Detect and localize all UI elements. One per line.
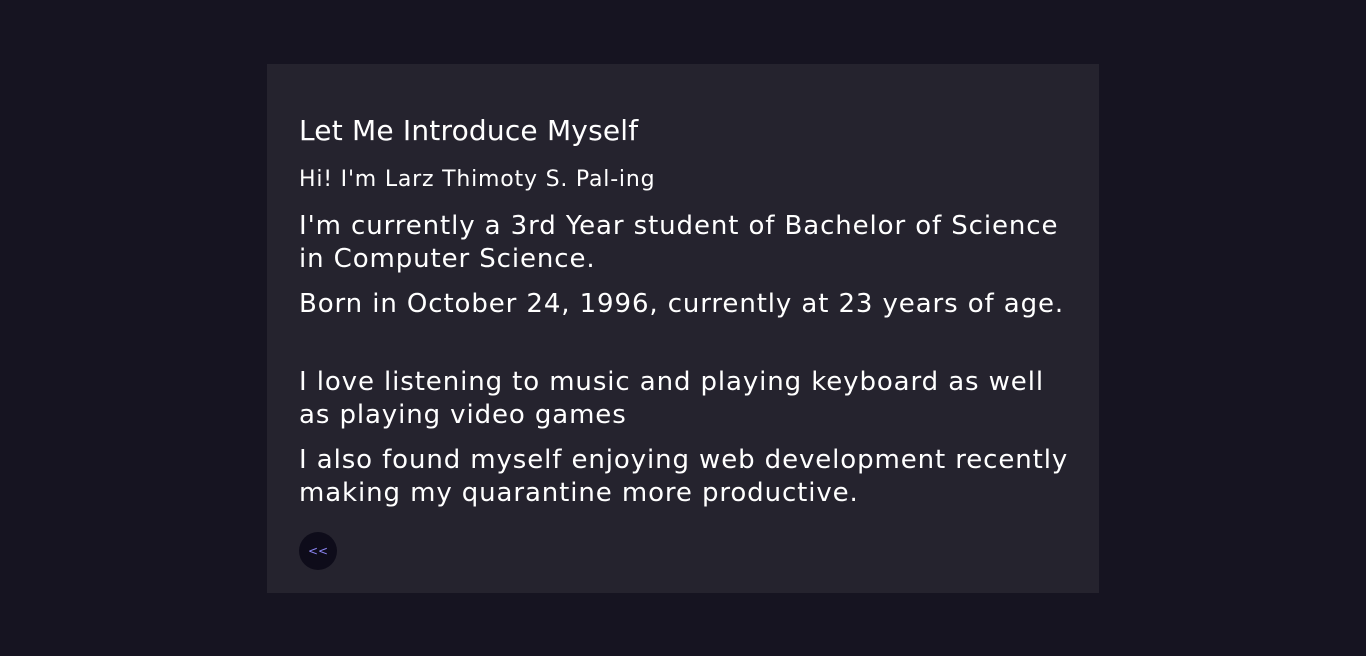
bio-paragraph-education: I'm currently a 3rd Year student of Bach…: [299, 211, 1059, 274]
back-button[interactable]: <<: [299, 532, 337, 570]
bio-paragraph-web-dev: I also found myself enjoying web develop…: [299, 445, 1069, 508]
greeting-text: Hi! I'm Larz Thimoty S. Pal-ing: [299, 167, 656, 192]
bio-paragraph-birthdate: Born in October 24, 1996, currently at 2…: [299, 289, 1065, 319]
bio-paragraph-hobbies: I love listening to music and playing ke…: [299, 367, 1044, 430]
page-title: Let Me Introduce Myself: [299, 114, 639, 147]
intro-card: Let Me Introduce Myself Hi! I'm Larz Thi…: [267, 64, 1099, 593]
